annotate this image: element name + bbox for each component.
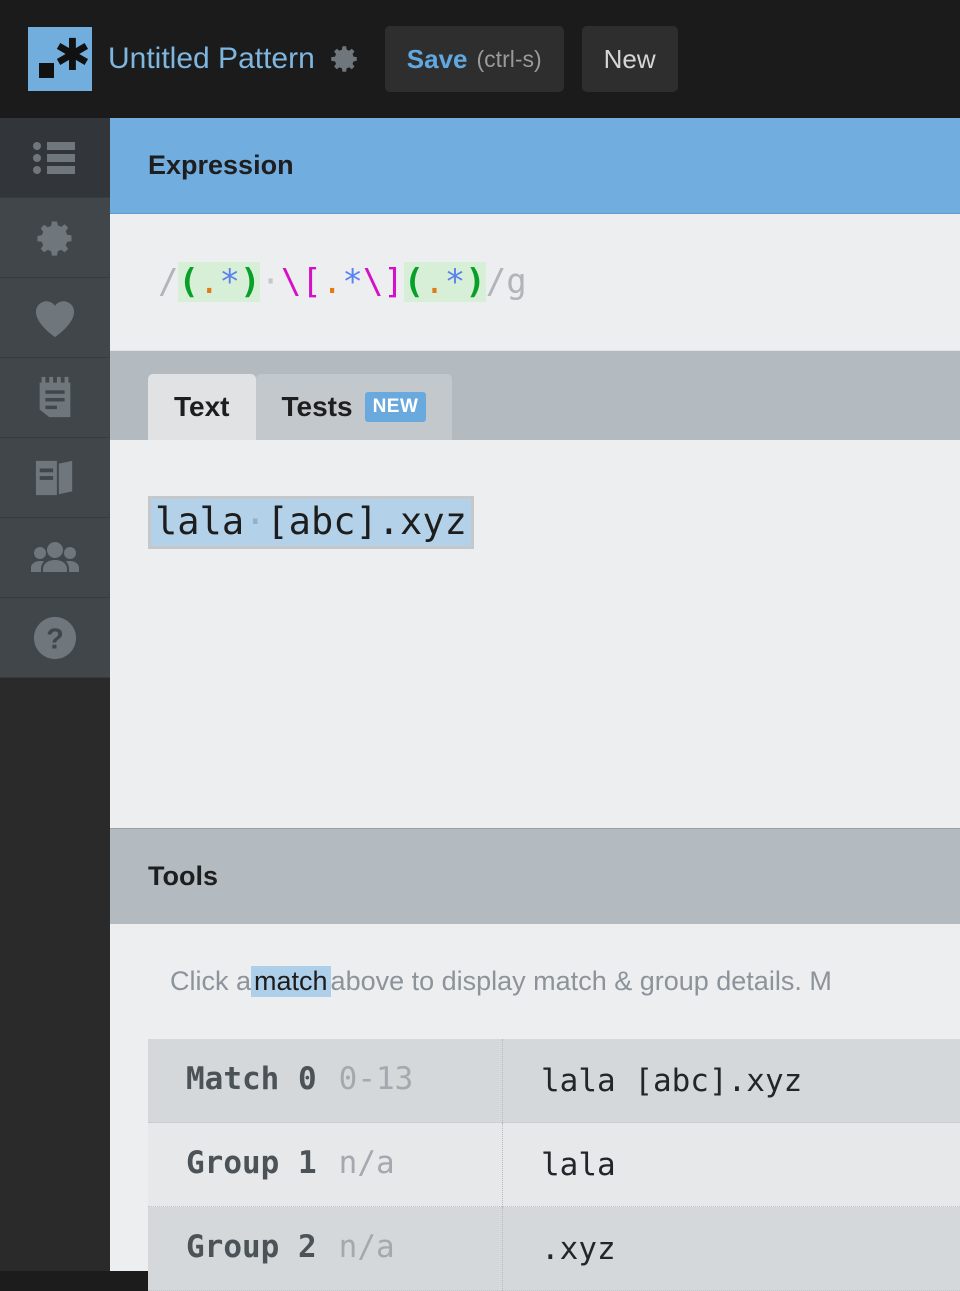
regex-close-delimiter: / [485, 262, 507, 302]
help-icon: ? [32, 615, 78, 661]
match-range: n/a [338, 1144, 395, 1181]
regex-paren-open: ( [403, 262, 425, 302]
match-details-table: Match 0 0-13 lala [abc].xyz Group 1 n/a … [110, 1038, 960, 1291]
svg-text:?: ? [46, 623, 64, 655]
space-dot-glyph: · [244, 500, 267, 543]
tab-text-label: Text [174, 391, 230, 422]
tools-description-highlight: match [251, 966, 331, 997]
asterisk-glyph: ✱ [54, 30, 91, 81]
people-icon [31, 538, 79, 578]
sidebar-item-favorites[interactable] [0, 278, 110, 358]
sidebar-item-cheatsheet[interactable] [0, 358, 110, 438]
tools-panel-header: Tools [110, 828, 960, 924]
expression-input[interactable]: / (.*) · \[. * \] (.*) / g [110, 214, 960, 351]
tools-description: Click a match above to display match & g… [110, 924, 960, 1039]
regex-group-2: (.*) [403, 262, 486, 302]
regex-paren-open: ( [178, 262, 199, 302]
tools-description-suffix: above to display match & group details. … [330, 966, 832, 996]
match-name: Group 2 [186, 1228, 317, 1265]
regex-group-1: (.*) [178, 262, 261, 302]
sidebar-item-settings[interactable] [0, 198, 110, 278]
sidebar-item-help[interactable]: ? [0, 598, 110, 678]
save-button-label: Save [406, 43, 468, 74]
book-icon [32, 457, 78, 499]
regexr-asterisk-logo[interactable]: ✱ [28, 27, 92, 91]
match-value: lala [541, 1146, 616, 1183]
tab-tests[interactable]: Tests NEW [255, 374, 453, 440]
match-row-label: Match 0 0-13 [148, 1038, 503, 1123]
text-match-highlight[interactable]: lala·[abc].xyz [148, 496, 474, 549]
regex-dot: . [424, 262, 445, 302]
expression-panel-header: Expression [110, 118, 960, 214]
text-editor[interactable]: lala·[abc].xyz [110, 440, 960, 828]
regex-open-delimiter: / [158, 262, 179, 302]
tab-bar: Text Tests NEW [110, 351, 960, 440]
list-icon [31, 138, 79, 178]
regex-escaped-close-bracket: \] [362, 262, 404, 302]
notepad-icon [35, 375, 75, 421]
heart-icon [32, 297, 78, 339]
table-row[interactable]: Group 1 n/a lala [148, 1122, 960, 1207]
regex-star: * [342, 262, 363, 302]
sidebar-item-list[interactable] [0, 118, 110, 198]
regex-star: * [444, 262, 466, 302]
regex-star: * [219, 262, 240, 302]
match-row-label: Group 1 n/a [148, 1122, 503, 1207]
match-range: n/a [338, 1228, 395, 1265]
save-button-shortcut: (ctrl-s) [476, 45, 542, 72]
regex-paren-close: ) [465, 262, 486, 302]
sidebar-item-reference[interactable] [0, 438, 110, 518]
regex-paren-close: ) [239, 262, 261, 302]
gear-icon [33, 216, 77, 260]
table-row[interactable]: Match 0 0-13 lala [abc].xyz [148, 1038, 960, 1123]
match-name: Match 0 [186, 1060, 317, 1097]
sidebar-item-community[interactable] [0, 518, 110, 598]
tools-panel-title: Tools [148, 861, 218, 891]
main-content: Expression / (.*) · \[. * \] (.*) / g Text Tests… [110, 118, 960, 1291]
new-button-label: New [603, 43, 656, 74]
expression-panel-title: Expression [148, 150, 294, 180]
match-name: Group 1 [186, 1144, 317, 1181]
regex-dot: . [321, 262, 343, 302]
logo-square [39, 63, 54, 78]
regex-flags[interactable]: g [506, 262, 526, 302]
regex-space-dot: · [260, 262, 281, 302]
table-row[interactable]: Group 2 n/a .xyz [148, 1206, 960, 1291]
regex-escaped-open-bracket: \[ [280, 262, 322, 302]
match-value: .xyz [541, 1230, 616, 1267]
match-range: 0-13 [338, 1060, 414, 1097]
tab-tests-label: Tests [281, 391, 353, 422]
app-header: ✱ Untitled Pattern Save (ctrl-s) New [0, 0, 960, 118]
new-badge: NEW [364, 392, 427, 422]
gear-icon[interactable] [327, 42, 361, 76]
new-button[interactable]: New [581, 26, 678, 92]
tab-text[interactable]: Text [148, 374, 256, 440]
match-text-before-space: lala [155, 500, 245, 543]
page-title[interactable]: Untitled Pattern [108, 42, 315, 76]
sidebar: ? [0, 118, 110, 1271]
match-row-label: Group 2 n/a [148, 1206, 503, 1291]
match-value: lala [abc].xyz [541, 1062, 803, 1099]
save-button[interactable]: Save (ctrl-s) [384, 26, 564, 92]
match-text-after-space: [abc].xyz [266, 500, 467, 543]
tools-description-prefix: Click a [170, 966, 252, 996]
regex-dot: . [198, 262, 220, 302]
